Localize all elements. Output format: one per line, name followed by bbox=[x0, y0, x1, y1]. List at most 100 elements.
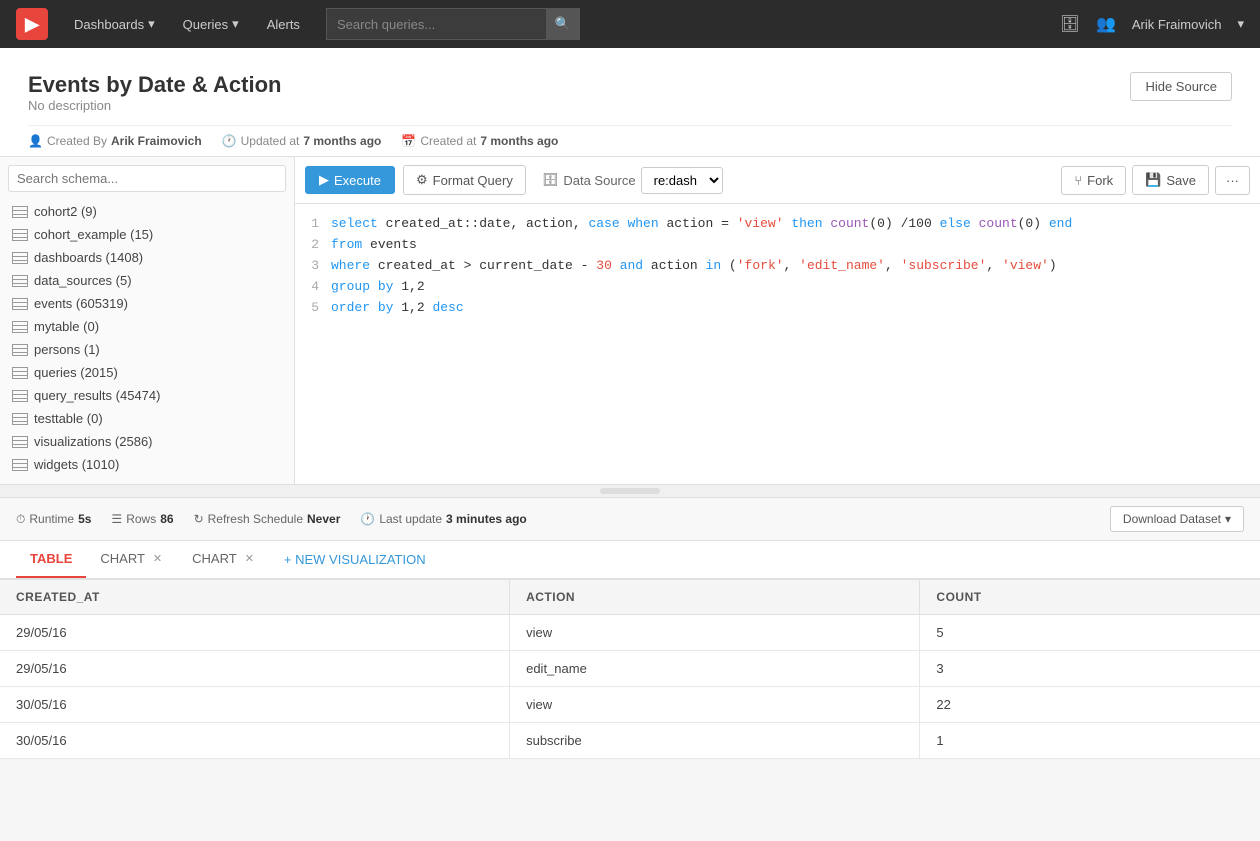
schema-search-input[interactable] bbox=[8, 165, 286, 192]
code-editor[interactable]: 1select created_at::date, action, case w… bbox=[295, 204, 1260, 484]
query-editor-wrap: ▶ Execute ⚙ Format Query 🗄 Data Source r… bbox=[295, 157, 1260, 484]
datasource-select[interactable]: re:dash bbox=[641, 167, 723, 194]
schema-table-name: widgets (1010) bbox=[34, 457, 119, 472]
schema-table-item[interactable]: visualizations (2586) bbox=[8, 430, 286, 453]
line-number: 1 bbox=[295, 214, 331, 235]
nav-queries-label: Queries bbox=[183, 17, 229, 32]
navbar-right: 🗄 👥 Arik Fraimovich ▾ bbox=[1060, 14, 1244, 34]
table-icon bbox=[12, 344, 28, 356]
tab-chart-2[interactable]: CHART ✕ bbox=[178, 541, 270, 578]
format-button[interactable]: ⚙ Format Query bbox=[403, 165, 526, 195]
table-icon bbox=[12, 206, 28, 218]
table-row: 30/05/16subscribe1 bbox=[0, 723, 1260, 759]
save-icon: 💾 bbox=[1145, 172, 1161, 188]
download-button[interactable]: Download Dataset ▾ bbox=[1110, 506, 1244, 532]
schema-table-name: persons (1) bbox=[34, 342, 100, 357]
drag-handle-wrap bbox=[0, 484, 1260, 497]
play-icon: ▶ bbox=[319, 172, 329, 188]
nav-dashboards[interactable]: Dashboards ▾ bbox=[64, 16, 165, 32]
user-menu[interactable]: Arik Fraimovich bbox=[1132, 17, 1222, 32]
schema-table-item[interactable]: dashboards (1408) bbox=[8, 246, 286, 269]
schema-table-item[interactable]: queries (2015) bbox=[8, 361, 286, 384]
tab-label: CHART bbox=[192, 551, 237, 566]
schema-table-item[interactable]: events (605319) bbox=[8, 292, 286, 315]
fork-button[interactable]: ⑂ Fork bbox=[1061, 166, 1126, 195]
line-content: from events bbox=[331, 235, 1260, 256]
refresh-label: Refresh Schedule bbox=[208, 512, 303, 526]
nav-dashboards-label: Dashboards bbox=[74, 17, 144, 32]
rows-label: Rows bbox=[126, 512, 156, 526]
created-label: Created at bbox=[420, 134, 476, 148]
schema-table-name: events (605319) bbox=[34, 296, 128, 311]
datasource-label-text: Data Source bbox=[563, 173, 635, 188]
datasource-section: 🗄 Data Source re:dash bbox=[542, 167, 723, 194]
table-icon bbox=[12, 275, 28, 287]
schema-table-item[interactable]: testtable (0) bbox=[8, 407, 286, 430]
hide-source-button[interactable]: Hide Source bbox=[1130, 72, 1232, 101]
tab-close-icon[interactable]: ✕ bbox=[151, 552, 164, 565]
table-cell: 29/05/16 bbox=[0, 651, 510, 687]
schema-table-item[interactable]: mytable (0) bbox=[8, 315, 286, 338]
created-by-value: Arik Fraimovich bbox=[111, 134, 202, 148]
schema-table-item[interactable]: query_results (45474) bbox=[8, 384, 286, 407]
app-logo[interactable]: ▶ bbox=[16, 8, 48, 40]
users-icon[interactable]: 👥 bbox=[1096, 14, 1116, 34]
tab-close-icon[interactable]: ✕ bbox=[243, 552, 256, 565]
execute-button[interactable]: ▶ Execute bbox=[305, 166, 395, 194]
last-update-value: 3 minutes ago bbox=[446, 512, 527, 526]
table-body: 29/05/16view529/05/16edit_name330/05/16v… bbox=[0, 615, 1260, 759]
table-icon bbox=[12, 321, 28, 333]
column-header: ACTION bbox=[510, 580, 920, 615]
table-header-row: CREATED_ATACTIONCOUNT bbox=[0, 580, 1260, 615]
schema-table-item[interactable]: cohort_example (15) bbox=[8, 223, 286, 246]
add-visualization-button[interactable]: + NEW VISUALIZATION bbox=[270, 542, 440, 577]
save-button[interactable]: 💾 Save bbox=[1132, 165, 1209, 195]
format-icon: ⚙ bbox=[416, 172, 428, 188]
editor-area: cohort2 (9) cohort_example (15) dashboards… bbox=[0, 156, 1260, 484]
schema-table-item[interactable]: persons (1) bbox=[8, 338, 286, 361]
line-content: group by 1,2 bbox=[331, 277, 1260, 298]
schema-table-name: cohort_example (15) bbox=[34, 227, 153, 242]
table-cell: 1 bbox=[920, 723, 1260, 759]
schema-table-item[interactable]: widgets (1010) bbox=[8, 453, 286, 476]
save-label: Save bbox=[1166, 173, 1196, 188]
line-number: 4 bbox=[295, 277, 331, 298]
refresh-icon: ↻ bbox=[194, 512, 204, 526]
search-button[interactable]: 🔍 bbox=[546, 8, 580, 40]
table-icon bbox=[12, 436, 28, 448]
rows-value: 86 bbox=[160, 512, 173, 526]
table-cell: 29/05/16 bbox=[0, 615, 510, 651]
schema-table-item[interactable]: cohort2 (9) bbox=[8, 200, 286, 223]
nav-alerts[interactable]: Alerts bbox=[257, 17, 310, 32]
calendar-icon: 📅 bbox=[401, 134, 416, 148]
format-label: Format Query bbox=[433, 173, 513, 188]
tab-chart-1[interactable]: CHART✕ bbox=[86, 541, 178, 578]
table-row: 29/05/16view5 bbox=[0, 615, 1260, 651]
schema-list: cohort2 (9) cohort_example (15) dashboards… bbox=[8, 200, 286, 476]
refresh-item: ↻ Refresh Schedule Never bbox=[194, 512, 341, 526]
schema-table-name: visualizations (2586) bbox=[34, 434, 153, 449]
table-cell: 5 bbox=[920, 615, 1260, 651]
table-icon bbox=[12, 252, 28, 264]
table-row: 29/05/16edit_name3 bbox=[0, 651, 1260, 687]
schema-table-name: dashboards (1408) bbox=[34, 250, 143, 265]
table-icon bbox=[12, 367, 28, 379]
table-head: CREATED_ATACTIONCOUNT bbox=[0, 580, 1260, 615]
last-update-label: Last update bbox=[379, 512, 442, 526]
tab-table-0[interactable]: TABLE bbox=[16, 541, 86, 578]
database-icon[interactable]: 🗄 bbox=[1060, 14, 1080, 34]
nav-queries[interactable]: Queries ▾ bbox=[173, 16, 249, 32]
title-section: Events by Date & Action No description bbox=[28, 72, 281, 121]
schema-table-item[interactable]: data_sources (5) bbox=[8, 269, 286, 292]
search-input[interactable] bbox=[326, 8, 546, 40]
execute-label: Execute bbox=[334, 173, 381, 188]
created-by-label: Created By bbox=[47, 134, 107, 148]
code-line: 3where created_at > current_date - 30 an… bbox=[295, 256, 1260, 277]
tabs-bar: TABLECHART✕CHART✕+ NEW VISUALIZATION bbox=[0, 541, 1260, 579]
user-icon: 👤 bbox=[28, 134, 43, 148]
drag-handle[interactable] bbox=[600, 488, 660, 494]
table-icon bbox=[12, 459, 28, 471]
more-options-button[interactable]: ··· bbox=[1215, 166, 1250, 195]
column-header: CREATED_AT bbox=[0, 580, 510, 615]
table-icon bbox=[12, 390, 28, 402]
